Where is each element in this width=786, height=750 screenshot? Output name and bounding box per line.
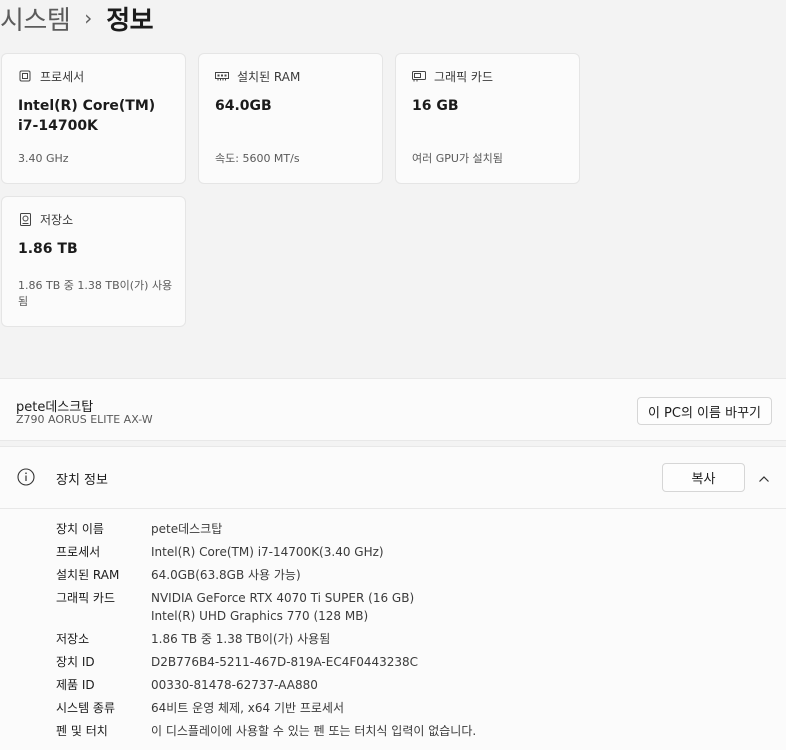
storage-card-label: 저장소 <box>40 212 74 227</box>
spec-value: NVIDIA GeForce RTX 4070 Ti SUPER (16 GB) <box>151 591 415 605</box>
spec-value: 1.86 TB 중 1.38 TB이(가) 사용됨 <box>151 632 331 646</box>
breadcrumb: 시스템 › 정보 <box>0 0 154 37</box>
processor-card-value: Intel(R) Core(TM) i7-14700K <box>18 98 156 134</box>
storage-icon <box>18 212 32 226</box>
spec-value: 00330-81478-62737-AA880 <box>151 678 318 692</box>
device-name-section: pete데스크탑 Z790 AORUS ELITE AX-W 이 PC의 이름 … <box>0 378 786 441</box>
gpu-card-value: 16 GB <box>412 98 459 114</box>
device-specs-title: 장치 정보 <box>56 473 108 488</box>
breadcrumb-system-link[interactable]: 시스템 <box>0 0 71 37</box>
spec-value: 64.0GB(63.8GB 사용 가능) <box>151 568 301 582</box>
processor-card-sub: 3.40 GHz <box>18 152 69 165</box>
chevron-up-icon[interactable] <box>757 471 771 485</box>
spec-key: 프로세서 <box>56 545 101 559</box>
copy-button[interactable]: 복사 <box>662 463 745 492</box>
spec-value: pete데스크탑 <box>151 522 223 536</box>
spec-value: D2B776B4-5211-467D-819A-EC4F0443238C <box>151 655 419 669</box>
gpu-icon <box>412 69 426 83</box>
ram-card-label: 설치된 RAM <box>237 69 301 84</box>
spec-key: 장치 이름 <box>56 522 104 536</box>
ram-card-sub: 속도: 5600 MT/s <box>215 152 300 165</box>
spec-key: 펜 및 터치 <box>56 724 108 738</box>
breadcrumb-separator: › <box>84 6 93 30</box>
ram-card: 설치된 RAM 64.0GB 속도: 5600 MT/s <box>198 53 383 184</box>
ram-card-value: 64.0GB <box>215 98 272 114</box>
storage-card-sub: 1.86 TB 중 1.38 TB이(가) 사용됨 <box>18 279 173 308</box>
device-specs-panel: 장치 정보 복사 장치 이름 pete데스크탑 프로세서 Intel(R) Co… <box>0 446 786 750</box>
spec-value: Intel(R) Core(TM) i7-14700K(3.40 GHz) <box>151 545 384 559</box>
spec-value: 이 디스플레이에 사용할 수 있는 펜 또는 터치식 입력이 없습니다. <box>151 724 477 738</box>
info-icon <box>17 468 35 486</box>
ram-icon <box>215 69 229 83</box>
processor-card-label: 프로세서 <box>40 69 85 84</box>
processor-card: 프로세서 Intel(R) Core(TM) i7-14700K 3.40 GH… <box>1 53 186 184</box>
rename-pc-button[interactable]: 이 PC의 이름 바꾸기 <box>636 397 772 425</box>
spec-key: 시스템 종류 <box>56 701 116 715</box>
spec-value: 64비트 운영 체제, x64 기반 프로세서 <box>151 701 345 715</box>
spec-key: 제품 ID <box>56 678 95 692</box>
storage-card-value: 1.86 TB <box>18 241 78 257</box>
spec-key: 저장소 <box>56 632 90 646</box>
spec-key: 그래픽 카드 <box>56 591 116 605</box>
spec-value: Intel(R) UHD Graphics 770 (128 MB) <box>151 609 369 623</box>
storage-card: 저장소 1.86 TB 1.86 TB 중 1.38 TB이(가) 사용됨 <box>1 196 186 327</box>
device-specs-header[interactable]: 장치 정보 복사 <box>0 447 786 509</box>
gpu-card: 그래픽 카드 16 GB 여러 GPU가 설치됨 <box>395 53 580 184</box>
pc-model: Z790 AORUS ELITE AX-W <box>16 413 153 426</box>
page-title: 정보 <box>106 5 154 36</box>
cpu-icon <box>18 69 32 83</box>
spec-key: 장치 ID <box>56 655 95 669</box>
gpu-card-sub: 여러 GPU가 설치됨 <box>412 152 503 165</box>
gpu-card-label: 그래픽 카드 <box>434 69 494 84</box>
spec-key: 설치된 RAM <box>56 568 120 582</box>
